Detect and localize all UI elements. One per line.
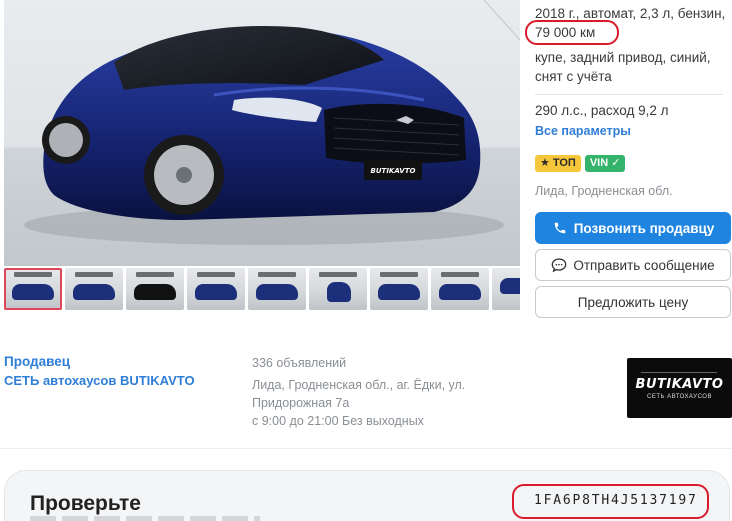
specs-line: снят с учёта: [535, 69, 612, 84]
seller-ads-count: 336 объявлений: [252, 356, 347, 370]
car-image: BUTIKAVTO: [24, 0, 520, 245]
all-params-link[interactable]: Все параметры: [535, 122, 631, 141]
thumbnail[interactable]: [248, 268, 306, 310]
thumbnail[interactable]: [431, 268, 489, 310]
top-badge: ★ ТОП: [535, 155, 581, 172]
thumbnail-strip: [4, 268, 520, 310]
seller-info: 336 объявлений Лида, Гродненская обл., а…: [252, 354, 482, 430]
thumbnail[interactable]: [309, 268, 367, 310]
location: Лида, Гродненская обл.: [535, 184, 673, 198]
thumbnail[interactable]: [126, 268, 184, 310]
mileage-highlight-ring: [525, 20, 619, 45]
thumbnail[interactable]: [187, 268, 245, 310]
thumbnail[interactable]: [4, 268, 62, 310]
seller-address-line: Лида, Гродненская обл., аг. Ёдки, ул.: [252, 378, 466, 392]
seller-label[interactable]: Продавец: [4, 354, 70, 369]
check-title: Проверьте: [30, 492, 141, 515]
mileage: 79 000 км: [525, 20, 619, 45]
top-badge-label: ТОП: [552, 157, 576, 169]
send-message-label: Отправить сообщение: [573, 257, 715, 273]
badges: ★ ТОП VIN ✓: [535, 155, 626, 172]
specs-block: 2018 г., автомат, 2,3 л, бензин, 79 000 …: [525, 4, 731, 141]
logo-swoosh: [641, 372, 717, 373]
offer-price-label: Предложить цену: [577, 294, 689, 310]
seller-address-line: Придорожная 7а: [252, 396, 350, 410]
vin-highlight-ring: [512, 484, 709, 519]
divider: [535, 94, 723, 95]
logo-subtitle: СЕТЬ АВТОХАУСОВ: [647, 394, 712, 400]
thumbnail[interactable]: [370, 268, 428, 310]
specs-line: 290 л.с., расход 9,2 л: [535, 103, 669, 118]
send-message-button[interactable]: Отправить сообщение: [535, 249, 731, 281]
logo-brand: BUTIKAVTO: [635, 377, 724, 392]
thumbnail[interactable]: [492, 268, 520, 310]
seller-name[interactable]: СЕТЬ автохаусов BUTIKAVTO: [4, 373, 195, 388]
call-seller-button[interactable]: Позвонить продавцу: [535, 212, 731, 244]
cut-off-text: [30, 516, 260, 521]
offer-price-button[interactable]: Предложить цену: [535, 286, 731, 318]
thumbnail[interactable]: [65, 268, 123, 310]
chat-icon: [551, 257, 567, 273]
section-divider: [0, 448, 732, 449]
vin-badge: VIN ✓: [584, 155, 626, 172]
call-seller-label: Позвонить продавцу: [573, 220, 715, 236]
seller-logo[interactable]: BUTIKAVTO СЕТЬ АВТОХАУСОВ: [627, 358, 732, 418]
plate-text: BUTIKAVTO: [371, 167, 416, 175]
specs-line: купе, задний привод, синий,: [535, 50, 711, 65]
phone-icon: [552, 220, 568, 236]
main-car-photo[interactable]: BUTIKAVTO: [4, 0, 520, 266]
seller-hours: с 9:00 до 21:00 Без выходных: [252, 414, 424, 428]
